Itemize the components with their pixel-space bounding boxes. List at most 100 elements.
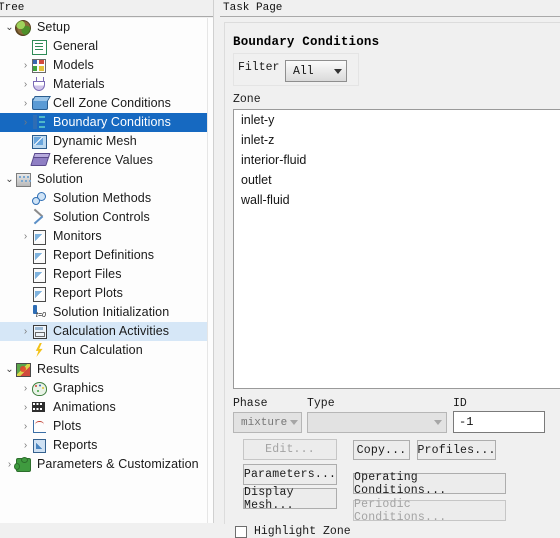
tree-item-label: Setup	[37, 20, 71, 34]
tree-item-cell-zone-conditions[interactable]: › Cell Zone Conditions	[0, 94, 207, 113]
tree-item-label: Cell Zone Conditions	[53, 96, 172, 110]
chevron-down-icon[interactable]: ⌄	[4, 18, 15, 37]
tree-item-label: Monitors	[53, 229, 102, 243]
filter-dropdown[interactable]: All	[285, 60, 347, 82]
tree-item-general[interactable]: General	[0, 37, 207, 56]
cell-zone-box-icon	[31, 95, 48, 112]
tree-item-run-calculation[interactable]: Run Calculation	[0, 341, 207, 360]
tree-panel: Tree ⌄ Setup General › Models › Materials › Cell…	[0, 0, 214, 523]
filter-label: Filter	[238, 61, 280, 74]
report-plots-icon	[31, 285, 48, 302]
tree-item-monitors[interactable]: › Monitors	[0, 227, 207, 246]
tree-item-calculation-activities[interactable]: › Calculation Activities	[0, 322, 207, 341]
phase-selected-value: mixture	[241, 416, 288, 429]
highlight-zone-row[interactable]: Highlight Zone	[235, 525, 351, 538]
id-input[interactable]: -1	[453, 411, 545, 433]
tree-item-label: Results	[37, 362, 80, 376]
highlight-zone-label: Highlight Zone	[254, 525, 351, 538]
zone-list-item[interactable]: wall-fluid	[234, 190, 560, 210]
tree-item-solution-initialization[interactable]: t=0 Solution Initialization	[0, 303, 207, 322]
materials-flask-icon	[31, 76, 48, 93]
tree-item-label: Solution Methods	[53, 191, 152, 205]
tree-item-dynamic-mesh[interactable]: Dynamic Mesh	[0, 132, 207, 151]
tree-item-results[interactable]: ⌄ Results	[0, 360, 207, 379]
calculation-activities-icon	[31, 323, 48, 340]
chevron-right-icon[interactable]: ›	[20, 322, 31, 341]
tree-item-parameters-customization[interactable]: › Parameters & Customization	[0, 455, 207, 474]
filter-group: Filter All	[233, 53, 359, 86]
tree-item-label: Solution	[37, 172, 83, 186]
solution-controls-icon	[31, 209, 48, 226]
tree-item-label: Boundary Conditions	[53, 115, 171, 129]
zone-label: Zone	[233, 93, 261, 106]
zone-list-item[interactable]: inlet-y	[234, 110, 560, 130]
tree-item-solution[interactable]: ⌄ Solution	[0, 170, 207, 189]
tree-item-label: Report Files	[53, 267, 122, 281]
profiles-button[interactable]: Profiles...	[417, 440, 496, 460]
tree-item-solution-methods[interactable]: Solution Methods	[0, 189, 207, 208]
zone-list-item[interactable]: interior-fluid	[234, 150, 560, 170]
reference-values-book-icon	[30, 152, 50, 169]
solution-initialization-icon: t=0	[31, 304, 48, 321]
tree-item-label: Report Plots	[53, 286, 123, 300]
tree-item-animations[interactable]: › Animations	[0, 398, 207, 417]
page-title: Boundary Conditions	[233, 35, 380, 49]
tree-item-graphics[interactable]: › Graphics	[0, 379, 207, 398]
type-dropdown[interactable]	[307, 412, 447, 433]
chevron-down-icon[interactable]: ⌄	[4, 170, 15, 189]
zone-list-item[interactable]: outlet	[234, 170, 560, 190]
chevron-right-icon[interactable]: ›	[20, 75, 31, 94]
tree-panel-header: Tree	[0, 0, 214, 17]
chevron-right-icon[interactable]: ›	[20, 436, 31, 455]
tree-item-reference-values[interactable]: Reference Values	[0, 151, 207, 170]
chevron-right-icon[interactable]: ›	[20, 398, 31, 417]
tree-item-report-definitions[interactable]: Report Definitions	[0, 246, 207, 265]
operating-conditions-button[interactable]: Operating Conditions...	[353, 471, 506, 497]
tree-header-label: Tree	[0, 2, 25, 14]
tree-item-label: Plots	[53, 419, 82, 433]
tree-item-label: Animations	[53, 400, 116, 414]
tree-item-reports[interactable]: › Reports	[0, 436, 207, 455]
task-page-header: Task Page	[220, 0, 560, 17]
chevron-down-icon	[330, 68, 346, 74]
zone-list-item[interactable]: inlet-z	[234, 130, 560, 150]
id-label: ID	[453, 397, 467, 410]
tree-item-models[interactable]: › Models	[0, 56, 207, 75]
zone-list[interactable]: inlet-y inlet-z interior-fluid outlet wall-f…	[233, 109, 560, 389]
display-mesh-button[interactable]: Display Mesh...	[243, 486, 337, 512]
chevron-down-icon[interactable]: ⌄	[4, 360, 15, 379]
periodic-conditions-button[interactable]: Periodic Conditions...	[353, 498, 506, 524]
tree-item-setup[interactable]: ⌄ Setup	[0, 18, 207, 37]
chevron-right-icon[interactable]: ›	[20, 113, 31, 132]
tree-list[interactable]: ⌄ Setup General › Models › Materials › Cell Zone…	[0, 18, 208, 523]
report-files-icon	[31, 266, 48, 283]
chevron-right-icon[interactable]: ›	[20, 94, 31, 113]
tree-item-plots[interactable]: › Plots	[0, 417, 207, 436]
chevron-right-icon[interactable]: ›	[20, 56, 31, 75]
plots-curve-icon	[31, 418, 48, 435]
solution-building-icon	[15, 171, 32, 188]
tree-item-report-files[interactable]: Report Files	[0, 265, 207, 284]
chevron-right-icon[interactable]: ›	[20, 417, 31, 436]
parameters-puzzle-icon	[14, 456, 32, 473]
tree-item-label: Dynamic Mesh	[53, 134, 137, 148]
phase-dropdown[interactable]: mixture	[233, 412, 302, 433]
fluent-window: Tree ⌄ Setup General › Models › Materials › Cell…	[0, 0, 560, 538]
edit-button[interactable]: Edit...	[243, 439, 337, 460]
chevron-right-icon[interactable]: ›	[20, 227, 31, 246]
tree-item-materials[interactable]: › Materials	[0, 75, 207, 94]
tree-item-boundary-conditions[interactable]: › Boundary Conditions	[0, 113, 207, 132]
chevron-right-icon[interactable]: ›	[20, 379, 31, 398]
tree-item-solution-controls[interactable]: Solution Controls	[0, 208, 207, 227]
chevron-down-icon	[430, 420, 446, 425]
animations-filmstrip-icon	[31, 399, 48, 416]
parameters-button[interactable]: Parameters...	[243, 464, 337, 485]
copy-button[interactable]: Copy...	[353, 440, 410, 460]
type-label: Type	[307, 397, 335, 410]
tree-item-label: Parameters & Customization	[37, 457, 199, 471]
tree-item-label: Reports	[53, 438, 98, 452]
tree-item-label: General	[53, 39, 99, 53]
tree-item-report-plots[interactable]: Report Plots	[0, 284, 207, 303]
highlight-zone-checkbox[interactable]	[235, 525, 247, 538]
run-calculation-lightning-icon	[31, 342, 48, 359]
